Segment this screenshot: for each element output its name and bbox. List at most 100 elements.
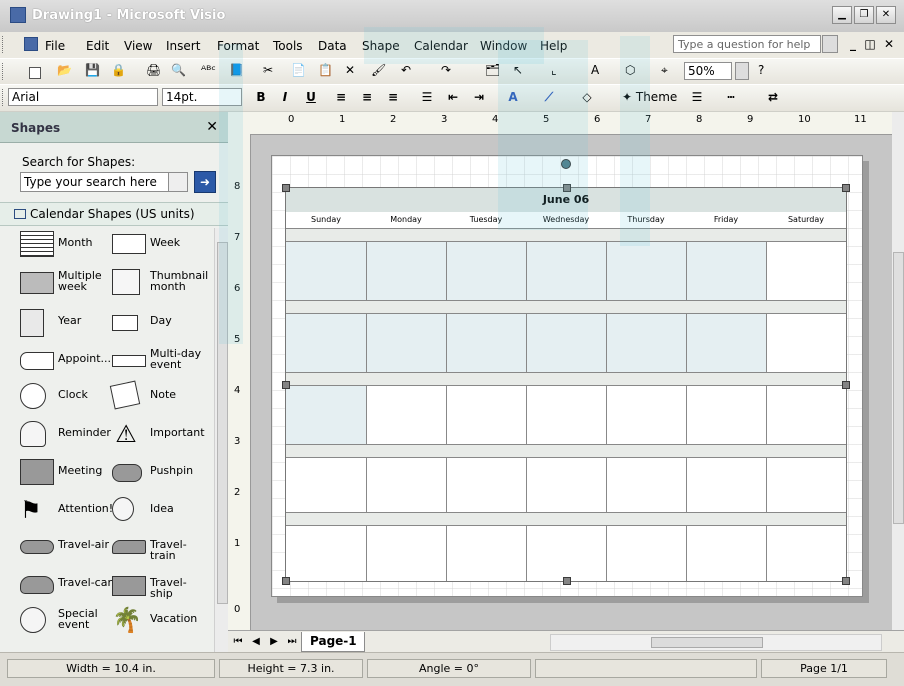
- menu-format[interactable]: Format: [217, 39, 259, 53]
- shape-note[interactable]: Note: [109, 380, 206, 414]
- print-icon[interactable]: 🖨: [145, 62, 165, 82]
- permission-icon[interactable]: 🔒: [110, 62, 130, 82]
- drawing-canvas[interactable]: 0 1 2 3 4 5 6 7 8 9 10 11 8 7 6 5 4 3 2 …: [228, 112, 904, 653]
- first-page-button[interactable]: ⏮: [232, 636, 244, 648]
- selection-handle[interactable]: [563, 577, 571, 585]
- stencil-header[interactable]: Calendar Shapes (US units): [0, 202, 228, 226]
- selection-handle[interactable]: [842, 184, 850, 192]
- help-icon[interactable]: ?: [757, 62, 777, 82]
- open-icon[interactable]: 📂: [56, 62, 76, 82]
- shape-special-event[interactable]: Special event: [18, 604, 114, 638]
- line-ends-icon[interactable]: ⇄: [764, 88, 782, 106]
- print-preview-icon[interactable]: 🔍: [170, 62, 190, 82]
- month-calendar-shape[interactable]: June 06 Sunday Monday Tuesday Wednesday …: [282, 184, 850, 585]
- shape-travel-car[interactable]: Travel-car: [18, 568, 114, 602]
- shape-year[interactable]: Year: [18, 306, 114, 340]
- canvas-horizontal-thumb[interactable]: [651, 637, 763, 648]
- zoom-dropdown-button[interactable]: [735, 62, 749, 80]
- menu-tools[interactable]: Tools: [273, 39, 303, 53]
- font-size-select[interactable]: 14pt.: [162, 88, 242, 106]
- page-tab[interactable]: Page-1: [301, 632, 365, 652]
- drawing-page[interactable]: June 06 Sunday Monday Tuesday Wednesday …: [271, 155, 863, 597]
- close-shapes-button[interactable]: ✕: [206, 119, 218, 135]
- save-icon[interactable]: 💾: [84, 62, 104, 82]
- menu-shape[interactable]: Shape: [362, 39, 400, 53]
- shapes-scroll-thumb[interactable]: [217, 242, 228, 604]
- new-icon[interactable]: [24, 62, 44, 82]
- help-dropdown-button[interactable]: [822, 35, 838, 53]
- rotation-handle[interactable]: [561, 159, 571, 169]
- align-right-icon[interactable]: ≡: [384, 88, 402, 106]
- shape-thumbnail-month[interactable]: Thumbnail month: [110, 266, 208, 300]
- italic-button[interactable]: I: [276, 88, 294, 106]
- selection-handle[interactable]: [282, 577, 290, 585]
- shape-travel-ship[interactable]: Travel-ship: [110, 568, 206, 602]
- spelling-icon[interactable]: ᴬᴮᶜ: [200, 62, 220, 82]
- shape-appointment[interactable]: Appoint...: [18, 344, 114, 378]
- shape-week[interactable]: Week: [110, 228, 206, 262]
- align-left-icon[interactable]: ≡: [332, 88, 350, 106]
- menu-help[interactable]: Help: [540, 39, 567, 53]
- zoom-level-input[interactable]: 50%: [684, 62, 732, 80]
- menu-file[interactable]: File: [45, 39, 65, 53]
- selection-handle[interactable]: [563, 184, 571, 192]
- text-tool-icon[interactable]: A: [590, 62, 610, 82]
- fill-color-icon[interactable]: ◇: [578, 88, 596, 106]
- drawing-tools-icon[interactable]: ⬡: [624, 62, 644, 82]
- shape-reminder[interactable]: Reminder: [18, 418, 114, 452]
- font-color-icon[interactable]: A: [504, 88, 522, 106]
- pan-zoom-icon[interactable]: ⌖: [660, 62, 680, 82]
- paste-icon[interactable]: 📋: [317, 62, 337, 82]
- pointer-tool-icon[interactable]: ↖: [512, 62, 532, 82]
- redo-icon[interactable]: ↷: [440, 62, 460, 82]
- previous-page-button[interactable]: ◀: [250, 636, 262, 648]
- shape-travel-train[interactable]: Travel-train: [110, 530, 206, 564]
- shape-idea[interactable]: Idea: [110, 494, 206, 528]
- stencil-icon[interactable]: 🗂: [484, 62, 504, 82]
- shape-travel-air[interactable]: Travel-air: [18, 530, 114, 564]
- shape-pushpin[interactable]: Pushpin: [110, 456, 206, 490]
- canvas-vertical-thumb[interactable]: [893, 252, 904, 524]
- increase-indent-icon[interactable]: ⇥: [470, 88, 488, 106]
- menu-edit[interactable]: Edit: [86, 39, 109, 53]
- last-page-button[interactable]: ⏭: [286, 636, 298, 648]
- menu-calendar[interactable]: Calendar: [414, 39, 468, 53]
- minimize-button[interactable]: ▁: [832, 6, 852, 24]
- search-dropdown-button[interactable]: [168, 172, 188, 192]
- decrease-indent-icon[interactable]: ⇤: [444, 88, 462, 106]
- menu-data[interactable]: Data: [318, 39, 347, 53]
- next-page-button[interactable]: ▶: [268, 636, 280, 648]
- align-center-icon[interactable]: ≡: [358, 88, 376, 106]
- canvas-horizontal-scrollbar[interactable]: [550, 634, 882, 651]
- shape-important[interactable]: ⚠ Important: [110, 418, 206, 452]
- selection-handle[interactable]: [842, 577, 850, 585]
- shape-month[interactable]: Month: [18, 228, 114, 262]
- help-question-input[interactable]: Type a question for help: [673, 35, 821, 53]
- shapes-scrollbar[interactable]: [214, 228, 229, 652]
- line-weight-icon[interactable]: ☰: [688, 88, 706, 106]
- shape-attention[interactable]: ⚑ Attention!: [18, 494, 114, 528]
- selection-handle[interactable]: [282, 184, 290, 192]
- shape-meeting[interactable]: Meeting: [18, 456, 114, 490]
- search-go-button[interactable]: ➜: [194, 171, 216, 193]
- connector-tool-icon[interactable]: ⌞: [550, 62, 570, 82]
- cut-icon[interactable]: ✂: [262, 62, 282, 82]
- shape-search-input[interactable]: Type your search here: [20, 172, 188, 192]
- menu-window[interactable]: Window: [480, 39, 527, 53]
- bullets-icon[interactable]: ☰: [418, 88, 436, 106]
- close-button[interactable]: ✕: [876, 6, 896, 24]
- research-icon[interactable]: 📘: [228, 62, 248, 82]
- font-name-select[interactable]: Arial: [8, 88, 158, 106]
- line-color-icon[interactable]: ⟋: [540, 88, 558, 106]
- selection-handle[interactable]: [842, 381, 850, 389]
- menu-insert[interactable]: Insert: [166, 39, 200, 53]
- undo-icon[interactable]: ↶: [400, 62, 420, 82]
- canvas-vertical-scrollbar[interactable]: [892, 112, 904, 630]
- line-pattern-icon[interactable]: ┅: [722, 88, 740, 106]
- shape-vacation[interactable]: 🌴 Vacation: [110, 604, 206, 638]
- shape-multi-day-event[interactable]: Multi-day event: [110, 344, 206, 378]
- theme-button[interactable]: ✦ Theme: [622, 88, 677, 106]
- selection-handle[interactable]: [282, 381, 290, 389]
- bold-button[interactable]: B: [252, 88, 270, 106]
- copy-icon[interactable]: 📄: [290, 62, 310, 82]
